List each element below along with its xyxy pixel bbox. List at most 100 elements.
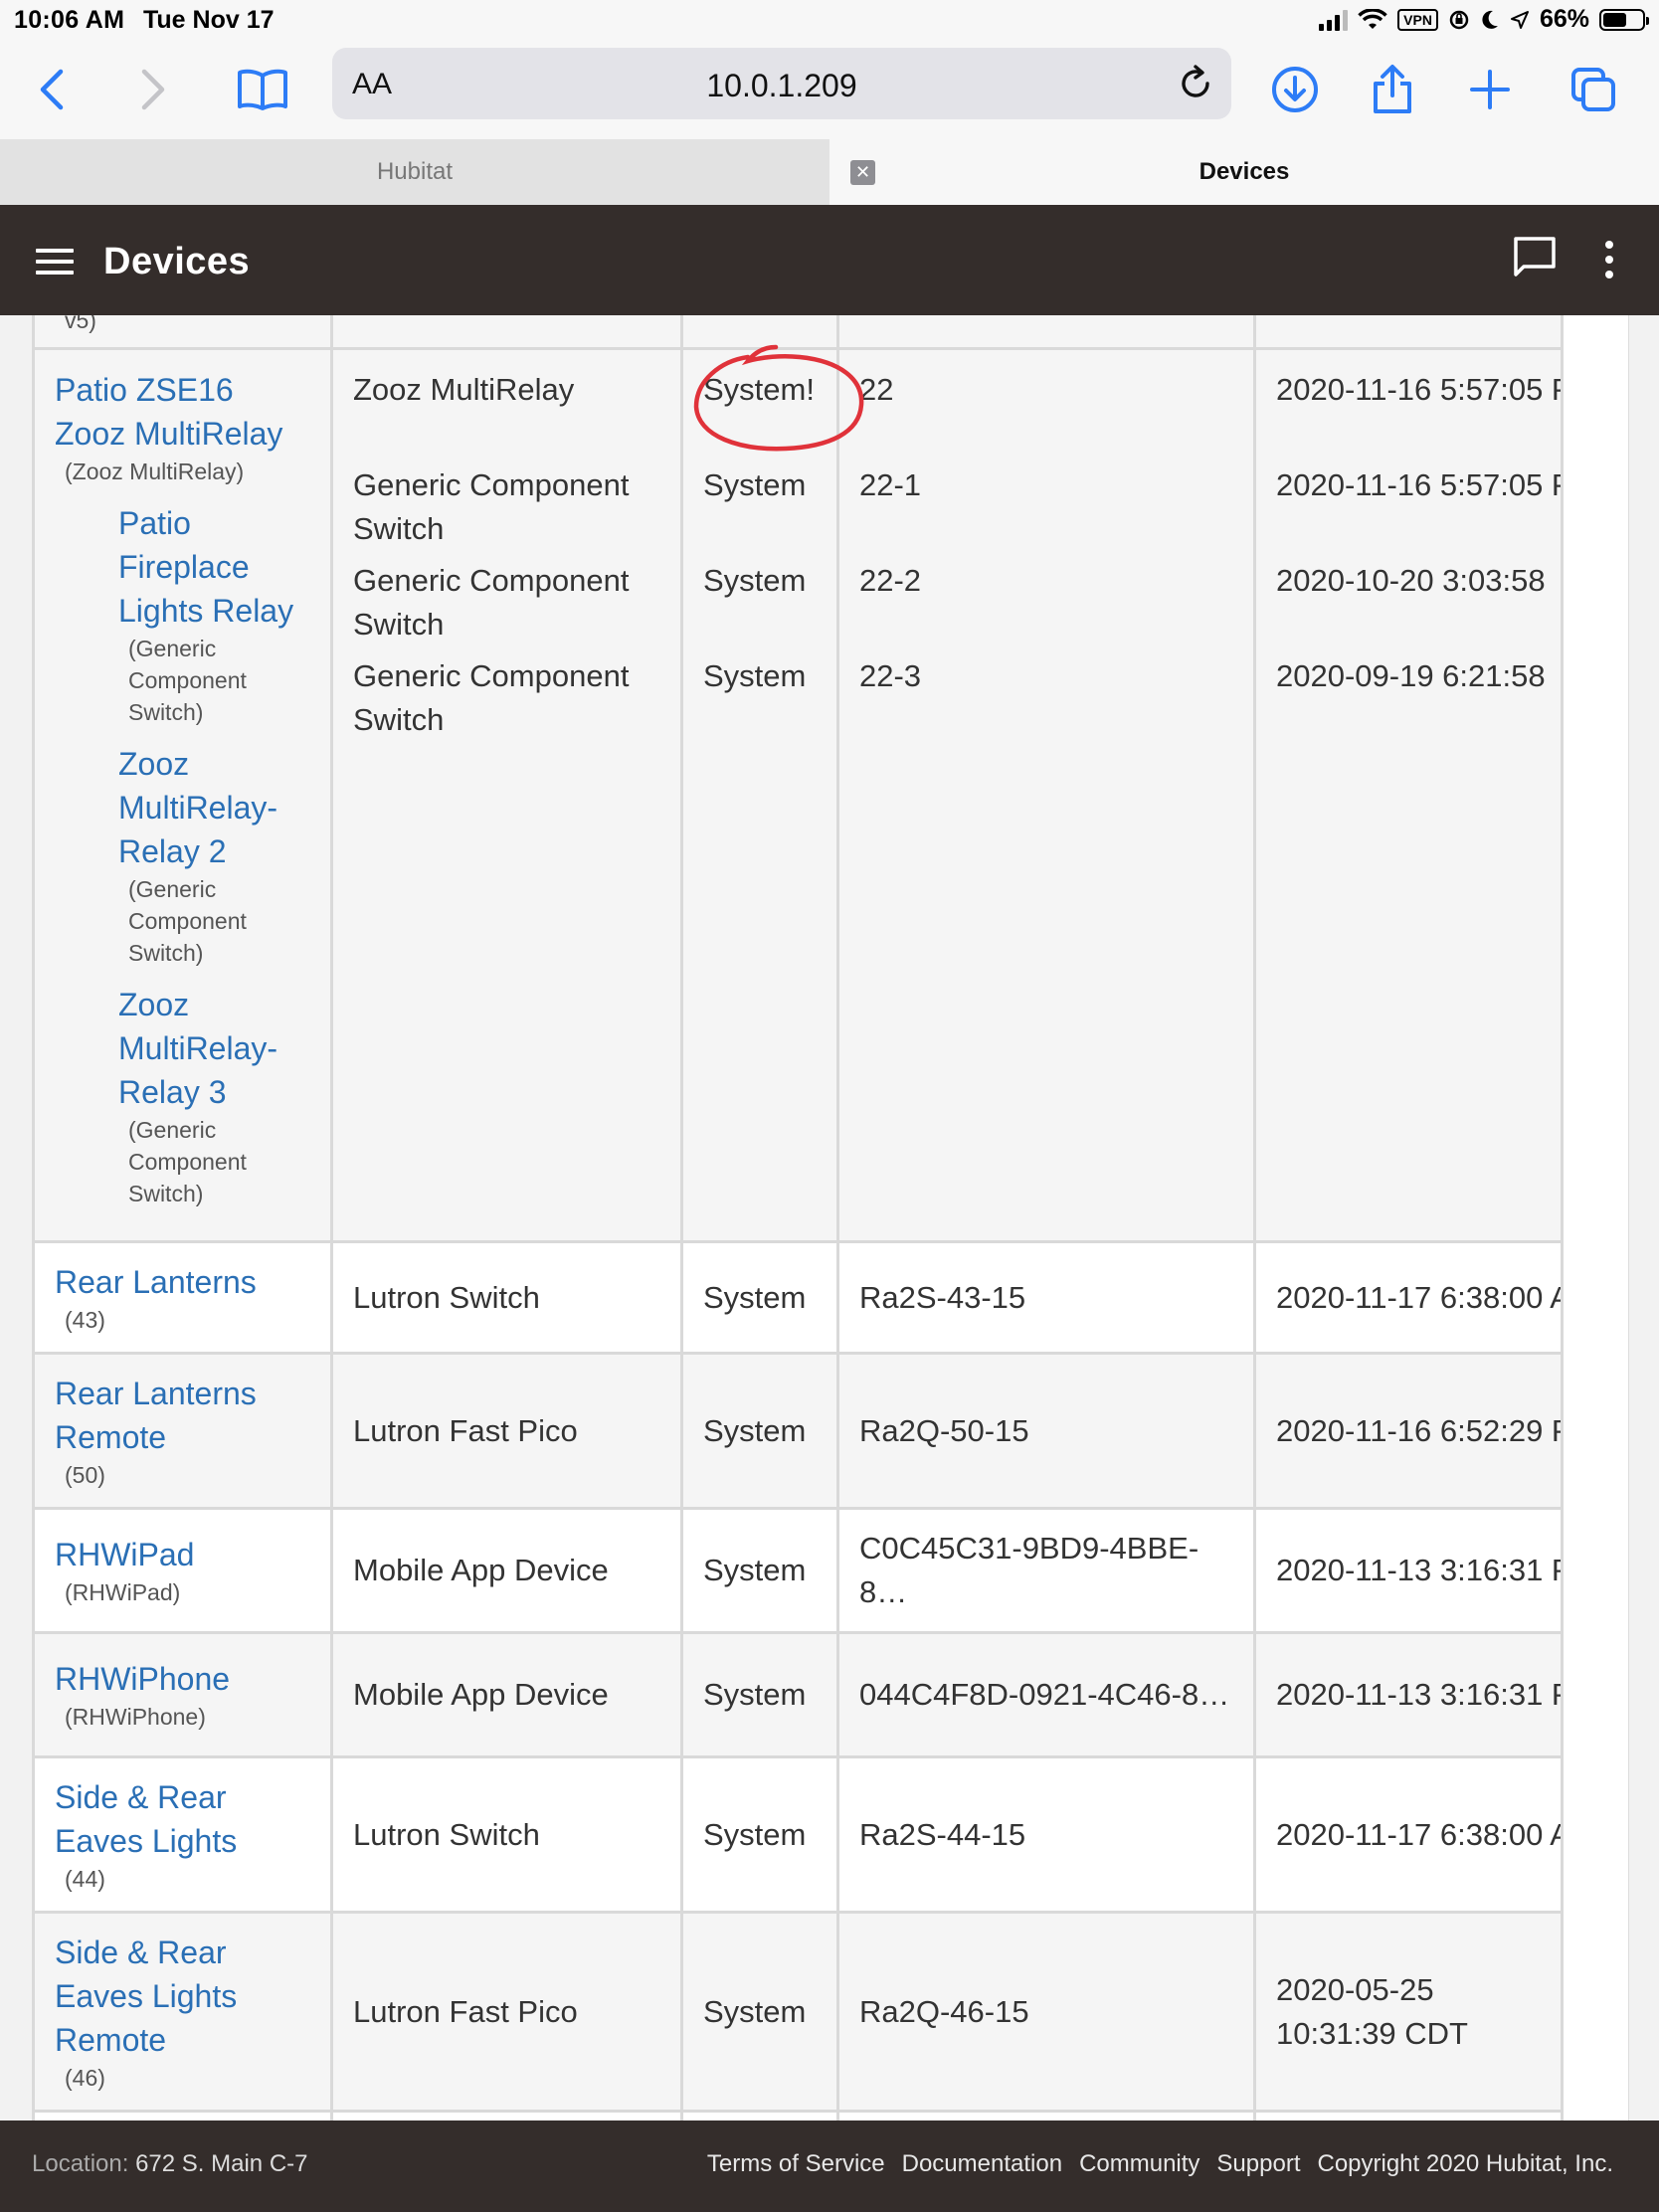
- source-cell: System: [680, 1631, 839, 1758]
- source-cell: System: [680, 1507, 839, 1634]
- table-row: RHWiPad (RHWiPad) Mobile App Device Syst…: [32, 1507, 1564, 1634]
- source-cell: System: [680, 1352, 839, 1510]
- location-arrow-icon: [1510, 10, 1529, 29]
- driver-cell: Mobile App Device: [330, 1507, 683, 1634]
- address-bar[interactable]: AA 10.0.1.209: [332, 48, 1231, 119]
- browser-toolbar: AA 10.0.1.209: [0, 40, 1659, 139]
- status-date: Tue Nov 17: [143, 6, 275, 34]
- device-type-label: (43): [65, 1306, 105, 1333]
- device-type-label: (Generic Component Switch): [128, 1117, 247, 1206]
- driver-cell: Mobile App Device: [330, 1631, 683, 1758]
- community-link[interactable]: Community: [1079, 2150, 1199, 2178]
- footer-links: Terms of Service Documentation Community…: [707, 2150, 1613, 2178]
- device-type-label: (44): [65, 1865, 105, 1892]
- driver-cell: Generic Component Switch: [353, 563, 630, 642]
- table-row: Patio ZSE16 Zooz MultiRelay (Zooz MultiR…: [32, 347, 1564, 1243]
- table-row-partial: [32, 2110, 1564, 2120]
- table-row: Rear Lanterns Remote (50) Lutron Fast Pi…: [32, 1352, 1564, 1510]
- source-cell: System: [703, 467, 807, 502]
- status-bar: 10:06 AM Tue Nov 17 VPN 66%: [0, 0, 1659, 40]
- new-tab-button[interactable]: [1460, 60, 1520, 119]
- menu-icon[interactable]: [36, 249, 74, 275]
- downloads-button[interactable]: [1265, 60, 1325, 119]
- last-activity-cell: 2020-11-17 6:38:00 A: [1253, 1755, 1564, 1914]
- device-link[interactable]: Zooz MultiRelay-Relay 2: [118, 742, 310, 873]
- back-button[interactable]: [22, 60, 82, 119]
- book-icon: [238, 69, 287, 110]
- content-area: v5) Patio ZSE16 Zooz MultiRelay (Zooz Mu…: [0, 315, 1659, 2120]
- moon-icon: [1482, 10, 1498, 29]
- device-link[interactable]: Side & Rear Eaves Lights: [55, 1775, 310, 1863]
- device-link[interactable]: Rear Lanterns: [55, 1260, 310, 1304]
- device-link[interactable]: RHWiPhone: [55, 1657, 310, 1701]
- devices-table: v5) Patio ZSE16 Zooz MultiRelay (Zooz Mu…: [32, 315, 1564, 2120]
- footer: Location: 672 S. Main C-7 Terms of Servi…: [0, 2120, 1659, 2212]
- driver-cell: Lutron Switch: [330, 1240, 683, 1355]
- reload-icon[interactable]: [1174, 62, 1217, 105]
- dni-cell: 22-2: [859, 563, 922, 598]
- dni-cell: Ra2S-44-15: [836, 1755, 1256, 1914]
- copyright-text: Copyright 2020 Hubitat, Inc.: [1317, 2150, 1613, 2177]
- last-activity-cell: 2020-11-16 5:57:05 P: [1276, 372, 1563, 407]
- tabs-icon: [1571, 68, 1615, 111]
- close-tab-icon[interactable]: ✕: [850, 160, 875, 185]
- cellular-signal-icon: [1319, 9, 1349, 31]
- last-activity-cell: 2020-05-25 10:31:39 CDT: [1253, 1911, 1564, 2113]
- child-device: Zooz MultiRelay-Relay 3 (Generic Compone…: [55, 983, 310, 1209]
- last-activity-cell: 2020-10-20 3:03:58: [1276, 563, 1546, 598]
- bookmarks-button[interactable]: [233, 60, 292, 119]
- more-vertical-icon[interactable]: [1597, 237, 1621, 282]
- table-row: Side & Rear Eaves Lights (44) Lutron Swi…: [32, 1755, 1564, 1914]
- table-row: Side & Rear Eaves Lights Remote (46) Lut…: [32, 1911, 1564, 2113]
- wifi-icon: [1358, 8, 1387, 29]
- terms-link[interactable]: Terms of Service: [707, 2150, 885, 2178]
- dni-cell: 044C4F8D-0921-4C46-8…: [836, 1631, 1256, 1758]
- device-link[interactable]: RHWiPad: [55, 1533, 310, 1576]
- last-activity-cell: 2020-11-16 6:52:29 P: [1253, 1352, 1564, 1510]
- driver-cell: Generic Component Switch: [353, 658, 630, 737]
- driver-cell: Lutron Fast Pico: [330, 1352, 683, 1510]
- device-link[interactable]: Side & Rear Eaves Lights Remote: [55, 1931, 310, 2062]
- source-cell: System!: [703, 372, 815, 407]
- battery-icon: [1599, 8, 1649, 31]
- app-header: Devices: [0, 205, 1659, 315]
- child-device: Patio Fireplace Lights Relay (Generic Co…: [55, 501, 310, 728]
- device-type-label: (RHWiPad): [65, 1579, 181, 1605]
- source-cell: System: [680, 1240, 839, 1355]
- driver-cell: Lutron Switch: [330, 1755, 683, 1914]
- device-type-label: (50): [65, 1461, 105, 1488]
- driver-cell: Generic Component Switch: [353, 467, 630, 546]
- forward-button[interactable]: [123, 60, 183, 119]
- tab-devices[interactable]: Devices: [830, 139, 1659, 205]
- dni-cell: 22: [859, 372, 894, 407]
- last-activity-cell: 2020-09-19 6:21:58: [1276, 658, 1546, 693]
- chat-icon[interactable]: [1512, 235, 1558, 280]
- url-text[interactable]: 10.0.1.209: [332, 68, 1231, 104]
- table-row-partial: v5): [32, 315, 1564, 350]
- tab-hubitat[interactable]: Hubitat: [0, 139, 830, 205]
- share-button[interactable]: [1363, 60, 1422, 119]
- documentation-link[interactable]: Documentation: [902, 2150, 1062, 2178]
- chevron-left-icon: [40, 69, 64, 110]
- orientation-lock-icon: [1449, 10, 1469, 29]
- dni-cell: 22-1: [859, 467, 922, 502]
- status-time: 10:06 AM: [14, 6, 125, 34]
- location-value: 672 S. Main C-7: [135, 2150, 308, 2177]
- device-link[interactable]: Patio ZSE16 Zooz MultiRelay: [55, 368, 310, 456]
- driver-cell: Lutron Fast Pico: [330, 1911, 683, 2113]
- device-link[interactable]: Patio Fireplace Lights Relay: [118, 501, 310, 633]
- device-type-label: (Zooz MultiRelay): [65, 459, 245, 484]
- last-activity-cell: 2020-11-17 6:38:00 A: [1253, 1240, 1564, 1355]
- table-row: RHWiPhone (RHWiPhone) Mobile App Device …: [32, 1631, 1564, 1758]
- device-link[interactable]: Rear Lanterns Remote: [55, 1372, 310, 1459]
- dni-cell: 22-3: [859, 658, 922, 693]
- tab-bar: Hubitat Devices ✕: [0, 139, 1659, 205]
- device-type-label: (46): [65, 2064, 105, 2091]
- tabs-overview-button[interactable]: [1564, 60, 1623, 119]
- support-link[interactable]: Support: [1216, 2150, 1300, 2178]
- child-device: Zooz MultiRelay-Relay 2 (Generic Compone…: [55, 742, 310, 969]
- table-row: Rear Lanterns (43) Lutron Switch System …: [32, 1240, 1564, 1355]
- chevron-right-icon: [141, 69, 165, 110]
- device-link[interactable]: Zooz MultiRelay-Relay 3: [118, 983, 310, 1114]
- source-cell: System: [703, 658, 807, 693]
